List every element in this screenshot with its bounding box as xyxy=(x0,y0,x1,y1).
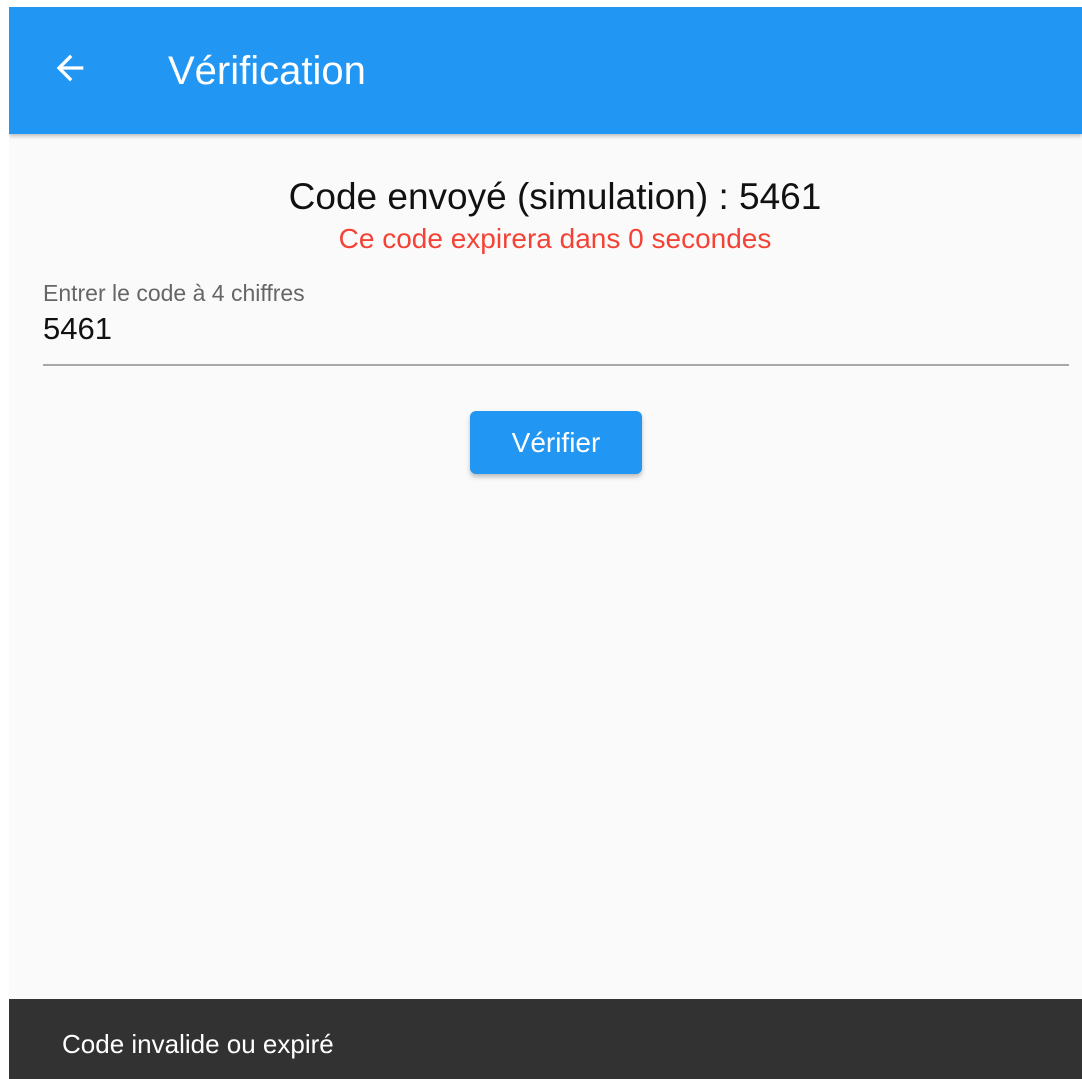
app-bar: Vérification xyxy=(9,7,1082,134)
code-field: Entrer le code à 4 chiffres xyxy=(43,279,1069,367)
code-input[interactable] xyxy=(43,309,1069,349)
snackbar-message: Code invalide ou expiré xyxy=(62,1029,334,1059)
back-button[interactable] xyxy=(43,43,97,97)
expiry-message: Ce code expirera dans 0 secondes xyxy=(338,223,772,254)
code-sent-heading: Code envoyé (simulation) : 5461 xyxy=(288,176,822,217)
arrow-back-icon xyxy=(50,48,90,93)
snackbar: Code invalide ou expiré xyxy=(9,999,1082,1079)
verify-button[interactable]: Vérifier xyxy=(470,411,642,474)
code-field-label: Entrer le code à 4 chiffres xyxy=(43,280,305,306)
code-field-underline xyxy=(43,364,1069,366)
app-screen: Vérification Code envoyé (simulation) : … xyxy=(9,7,1082,1079)
page-title: Vérification xyxy=(168,49,366,93)
